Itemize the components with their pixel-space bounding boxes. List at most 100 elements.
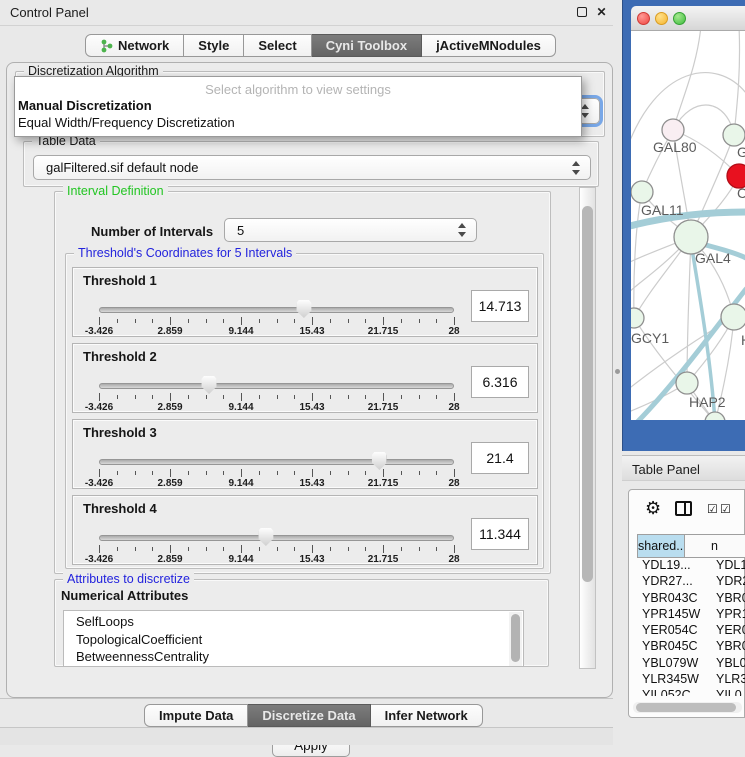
node-gal11[interactable]	[631, 181, 653, 203]
node-right-mid[interactable]	[721, 304, 745, 330]
network-canvas[interactable]: GAL80 GA C GAL11 GAL4 GCY1 H HAP2	[631, 31, 745, 420]
attributes-group: Attributes to discretize Numerical Attri…	[54, 579, 549, 667]
minimize-traffic-icon[interactable]	[655, 12, 668, 25]
threshold-1-value-field[interactable]: 14.713	[471, 290, 529, 322]
attribute-list-item[interactable]: BetweennessCentrality	[76, 648, 523, 666]
attribute-list-item[interactable]: TopologicalCoefficient	[76, 631, 523, 649]
column-header-name[interactable]: n	[685, 535, 745, 557]
threshold-4-value-field[interactable]: 11.344	[471, 518, 529, 550]
group-title: Interval Definition	[63, 184, 168, 198]
table-horizontal-scrollbar[interactable]	[633, 702, 742, 713]
stepper-icon	[581, 104, 590, 118]
network-window-titlebar[interactable]	[631, 6, 745, 31]
slider-thumb[interactable]	[258, 528, 273, 546]
close-traffic-icon[interactable]	[637, 12, 650, 25]
splitter-grip-icon[interactable]	[615, 369, 620, 374]
slider-tick-labels: -3.4262.8599.14415.4321.71528	[99, 402, 454, 414]
attributes-list-scrollbar[interactable]	[509, 612, 522, 667]
threshold-label: Threshold 1	[83, 273, 157, 288]
table-row[interactable]: YLR345WYLR3	[637, 672, 745, 688]
table-hscroll-thumb[interactable]	[636, 703, 736, 712]
table-panel: Table Panel ⚙ ☑ ☑ shared... n YDL19...YD…	[622, 451, 745, 745]
table-panel-titlebar: Table Panel	[622, 455, 745, 481]
tab-jactivemnodules[interactable]: jActiveMNodules	[422, 34, 556, 57]
table-row[interactable]: YER054CYER0	[637, 623, 745, 639]
table-row[interactable]: YDR27...YDR2	[637, 574, 745, 590]
tab-impute-data[interactable]: Impute Data	[144, 704, 248, 727]
gear-icon[interactable]: ⚙	[645, 498, 661, 519]
numerical-attributes-list[interactable]: SelfLoopsTopologicalCoefficientBetweenne…	[63, 610, 524, 667]
tab-discretize-data[interactable]: Discretize Data	[248, 704, 370, 727]
table-cell[interactable]: YDR2	[711, 574, 745, 590]
zoom-traffic-icon[interactable]	[673, 12, 686, 25]
algorithm-option[interactable]: Manual Discretization	[15, 97, 581, 114]
node-gal4[interactable]	[674, 220, 708, 254]
tab-style[interactable]: Style	[184, 34, 244, 57]
table-data-combo[interactable]: galFiltered.sif default node	[33, 155, 591, 180]
algorithm-option[interactable]: Equal Width/Frequency Discretization	[15, 114, 581, 131]
close-icon[interactable]: ✕	[595, 6, 608, 19]
float-window-icon[interactable]	[575, 6, 588, 19]
network-view-window: GAL80 GA C GAL11 GAL4 GCY1 H HAP2	[622, 0, 745, 451]
threshold-label: Threshold 4	[83, 501, 157, 516]
table-row[interactable]: YBR043CYBR0	[637, 591, 745, 607]
attribute-list-item[interactable]: SelfLoops	[76, 613, 523, 631]
table-cell[interactable]: YLR3	[711, 672, 745, 688]
table-toolbar: ⚙ ☑ ☑	[629, 490, 744, 528]
slider-track[interactable]	[99, 535, 454, 541]
numerical-attributes-label: Numerical Attributes	[61, 588, 188, 603]
table-cell[interactable]: YER0	[711, 623, 745, 639]
table-row[interactable]: YDL19...YDL1	[637, 558, 745, 574]
tab-select[interactable]: Select	[244, 34, 311, 57]
table-cell[interactable]: YBR045C	[637, 639, 711, 655]
table-cell[interactable]: YBR043C	[637, 591, 711, 607]
table-row[interactable]: YIL052CYIL0	[637, 688, 745, 696]
tab-network[interactable]: Network	[85, 34, 184, 57]
table-cell[interactable]: YBL079W	[637, 656, 711, 672]
node-gcy1[interactable]	[631, 308, 644, 328]
table-row[interactable]: YPR145WYPR1	[637, 607, 745, 623]
threshold-2-slider[interactable]: -3.4262.8599.14415.4321.71528	[99, 380, 454, 406]
table-cell[interactable]: YER054C	[637, 623, 711, 639]
column-header-shared-name[interactable]: shared...	[638, 535, 685, 557]
threshold-3-slider[interactable]: -3.4262.8599.14415.4321.71528	[99, 456, 454, 482]
threshold-1-slider[interactable]: -3.4262.8599.14415.4321.71528	[99, 304, 454, 330]
slider-track[interactable]	[99, 459, 454, 465]
threshold-3-value-field[interactable]: 21.4	[471, 442, 529, 474]
threshold-1-box: Threshold 1 -3.4262.8599.14415.4321.7152…	[72, 267, 538, 337]
panel-splitter[interactable]	[613, 0, 622, 745]
num-intervals-combo[interactable]: 5	[224, 218, 477, 242]
table-cell[interactable]: YDL1	[711, 558, 745, 574]
checkbox-icon[interactable]: ☑	[707, 502, 718, 516]
table-cell[interactable]: YBR0	[711, 591, 745, 607]
table-cell[interactable]: YBL0	[711, 656, 745, 672]
slider-track[interactable]	[99, 307, 454, 313]
table-cell[interactable]: YDR27...	[637, 574, 711, 590]
table-cell[interactable]: YPR145W	[637, 607, 711, 623]
table-cell[interactable]: YDL19...	[637, 558, 711, 574]
table-cell[interactable]: YLR345W	[637, 672, 711, 688]
node-label-gal11: GAL11	[641, 202, 684, 218]
table-cell[interactable]: YIL052C	[637, 688, 711, 696]
table-cell[interactable]: YPR1	[711, 607, 745, 623]
slider-thumb[interactable]	[202, 376, 217, 394]
threshold-4-slider[interactable]: -3.4262.8599.14415.4321.71528	[99, 532, 454, 558]
node-gal80[interactable]	[662, 119, 684, 141]
slider-thumb[interactable]	[296, 300, 311, 318]
node-hap2[interactable]	[676, 372, 698, 394]
table-cell[interactable]: YIL0	[711, 688, 745, 696]
table-row[interactable]: YBL079WYBL0	[637, 656, 745, 672]
slider-thumb[interactable]	[372, 452, 387, 470]
table-cell[interactable]: YBR0	[711, 639, 745, 655]
split-columns-icon[interactable]	[675, 501, 692, 516]
table-row[interactable]: YBR045CYBR0	[637, 639, 745, 655]
checkbox-icon[interactable]: ☑	[720, 502, 731, 516]
tab-cyni-toolbox[interactable]: Cyni Toolbox	[312, 34, 422, 57]
node-top-right[interactable]	[723, 124, 745, 146]
slider-track[interactable]	[99, 383, 454, 389]
threshold-2-value-field[interactable]: 6.316	[471, 366, 529, 398]
tab-infer-network[interactable]: Infer Network	[371, 704, 483, 727]
settings-scrollbar[interactable]	[579, 187, 596, 669]
settings-scrollbar-thumb[interactable]	[582, 206, 593, 582]
node-label-hap2: HAP2	[689, 394, 726, 410]
